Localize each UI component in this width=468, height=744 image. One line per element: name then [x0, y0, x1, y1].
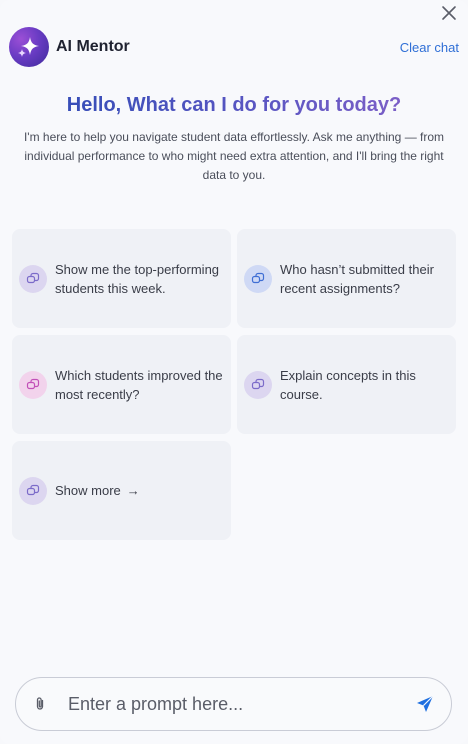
- suggestion-label: Which students improved the most recentl…: [55, 367, 223, 402]
- paperclip-icon[interactable]: [32, 696, 48, 712]
- intro-text: I'm here to help you navigate student da…: [23, 130, 445, 182]
- clear-chat-button[interactable]: Clear chat: [400, 40, 459, 55]
- suggestion-label: Show me the top-performing students this…: [55, 261, 220, 296]
- close-icon[interactable]: [440, 4, 458, 22]
- suggestion-missing-assignments[interactable]: Who hasn’t submitted their recent assign…: [237, 229, 456, 328]
- prompt-composer: [15, 677, 452, 731]
- chat-bubbles-icon: [244, 370, 272, 399]
- suggestion-label: Explain concepts in this course.: [280, 367, 416, 402]
- show-more-button[interactable]: Show more →: [12, 441, 231, 540]
- chat-bubbles-icon: [244, 264, 272, 293]
- suggestion-most-improved[interactable]: Which students improved the most recentl…: [12, 335, 231, 434]
- suggestion-top-performers[interactable]: Show me the top-performing students this…: [12, 229, 231, 328]
- arrow-right-icon: →: [126, 483, 140, 498]
- chat-bubbles-icon: [19, 476, 47, 505]
- chat-bubbles-icon: [19, 370, 47, 399]
- greeting-heading: Hello, What can I do for you today?: [0, 94, 468, 117]
- ai-mentor-panel: AI Mentor Clear chat Hello, What can I d…: [0, 0, 468, 744]
- prompt-input[interactable]: [66, 692, 415, 716]
- send-icon[interactable]: [415, 694, 435, 714]
- chat-bubbles-icon: [19, 264, 47, 293]
- show-more-label: Show more: [55, 483, 121, 498]
- suggestion-explain-concepts[interactable]: Explain concepts in this course.: [237, 335, 456, 434]
- sparkle-icon: [9, 27, 49, 67]
- header: AI Mentor Clear chat: [9, 27, 459, 67]
- suggestion-label: Who hasn’t submitted their recent assign…: [280, 261, 434, 296]
- app-title: AI Mentor: [56, 38, 130, 55]
